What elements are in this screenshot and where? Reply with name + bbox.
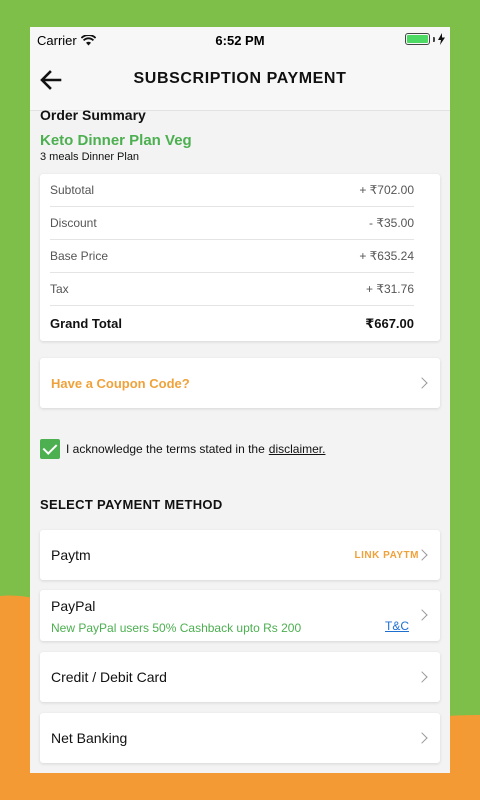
order-summary-card: Subtotal + ₹702.00 Discount - ₹35.00 Bas…: [40, 174, 440, 341]
summary-label: Discount: [50, 216, 97, 230]
summary-row-grand-total: Grand Total ₹667.00: [50, 307, 414, 340]
order-summary-title: Order Summary: [40, 107, 146, 123]
payment-method-net-banking[interactable]: Net Banking: [40, 713, 440, 763]
payment-method-paytm[interactable]: Paytm LINK PAYTM: [40, 530, 440, 580]
chevron-right-icon: [416, 609, 428, 621]
summary-label: Base Price: [50, 249, 109, 263]
summary-row-discount: Discount - ₹35.00: [50, 207, 414, 240]
acknowledge-text: I acknowledge the terms stated in the: [66, 442, 265, 456]
phone-screen: Carrier 6:52 PM SUBSCRIPTION PAYMENT Ord…: [30, 27, 450, 773]
battery-icon: [405, 33, 430, 45]
chevron-right-icon: [416, 732, 428, 744]
link-paytm-button[interactable]: LINK PAYTM: [355, 550, 419, 561]
status-bar: Carrier 6:52 PM: [30, 27, 450, 53]
grand-total-value: ₹667.00: [365, 315, 414, 331]
summary-row-tax: Tax + ₹31.76: [50, 273, 414, 306]
payment-method-label: PayPal: [51, 598, 96, 614]
plan-description: 3 meals Dinner Plan: [40, 151, 140, 163]
chevron-right-icon: [416, 671, 428, 683]
payment-method-label: Credit / Debit Card: [51, 669, 167, 685]
disclaimer-link[interactable]: disclaimer.: [269, 442, 326, 456]
charging-bolt-icon: [438, 33, 445, 45]
coupon-code-button[interactable]: Have a Coupon Code?: [40, 358, 440, 408]
status-time: 6:52 PM: [215, 33, 265, 48]
summary-label: Tax: [50, 282, 69, 296]
tnc-link[interactable]: T&C: [385, 619, 409, 633]
battery-tip: [433, 36, 435, 42]
chevron-right-icon: [416, 377, 428, 389]
navigation-bar: SUBSCRIPTION PAYMENT: [30, 53, 450, 111]
plan-name: Keto Dinner Plan Veg: [40, 132, 192, 149]
coupon-label: Have a Coupon Code?: [51, 376, 190, 391]
summary-value: + ₹702.00: [359, 183, 414, 197]
page-title: SUBSCRIPTION PAYMENT: [133, 70, 347, 87]
status-right: [405, 33, 445, 45]
payment-method-label: Net Banking: [51, 730, 128, 746]
summary-label: Subtotal: [50, 183, 95, 197]
summary-value: + ₹635.24: [359, 249, 414, 263]
summary-row-base-price: Base Price + ₹635.24: [50, 240, 414, 273]
payment-method-card[interactable]: Credit / Debit Card: [40, 652, 440, 702]
summary-row-subtotal: Subtotal + ₹702.00: [50, 174, 414, 207]
acknowledge-row: I acknowledge the terms stated in the di…: [40, 439, 325, 459]
paypal-promo-text: New PayPal users 50% Cashback upto Rs 20…: [51, 621, 302, 635]
payment-method-label: Paytm: [51, 547, 91, 563]
grand-total-label: Grand Total: [50, 316, 122, 331]
summary-value: + ₹31.76: [365, 282, 414, 296]
payment-method-title: SELECT PAYMENT METHOD: [40, 497, 223, 512]
summary-value: - ₹35.00: [369, 216, 414, 230]
acknowledge-checkbox[interactable]: [40, 439, 60, 459]
payment-method-paypal[interactable]: PayPal New PayPal users 50% Cashback upt…: [40, 590, 440, 641]
